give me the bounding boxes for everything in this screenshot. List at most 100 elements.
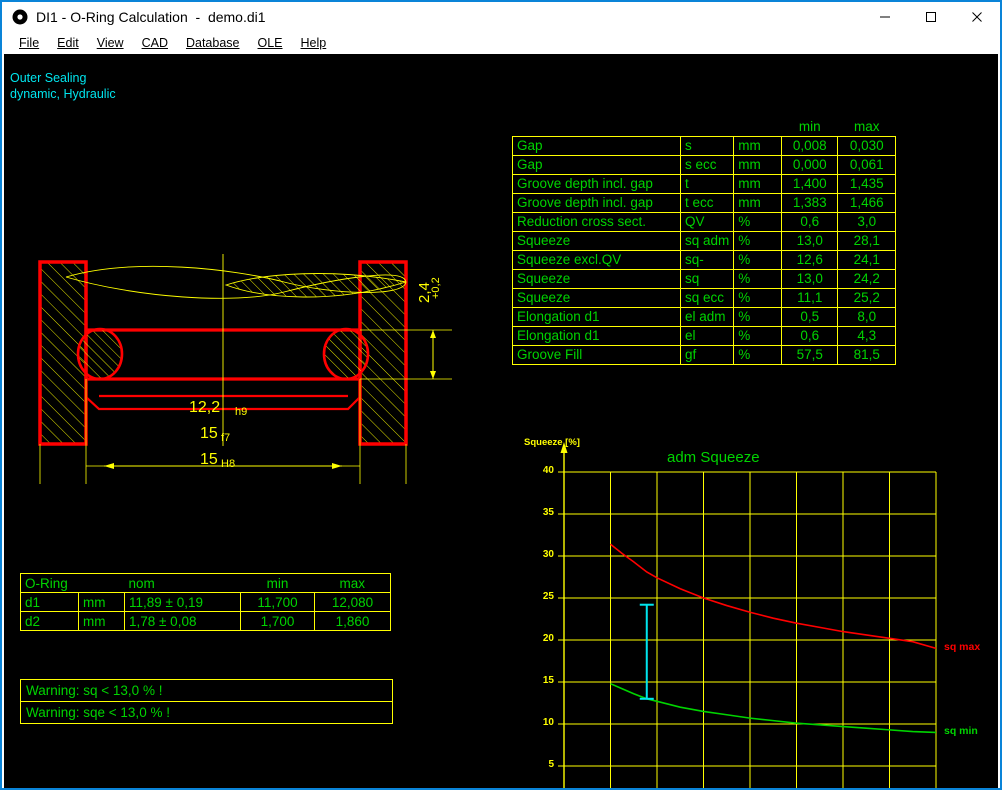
cell-name: Gap	[513, 155, 681, 174]
cell-symbol: s ecc	[681, 155, 734, 174]
menu-item-cad-label: CAD	[142, 36, 168, 50]
cell-symbol: t ecc	[681, 193, 734, 212]
chart-y-tick: 30	[532, 549, 554, 560]
cell-max: 3,0	[838, 212, 896, 231]
menu-item-view-label: View	[97, 36, 124, 50]
dim-groove-width-tolerance: +0,2	[430, 277, 442, 299]
cell-max: 0,030	[838, 136, 896, 155]
adm-squeeze-chart: Squeeze [%] adm Squeeze d2 [mm] 05101520…	[512, 434, 998, 788]
chart-plot-area	[512, 434, 998, 788]
cell-min: 12,6	[782, 250, 838, 269]
cell-min: 57,5	[782, 345, 838, 364]
cell-unit: %	[734, 345, 782, 364]
oring-table-header-row: O-Ring nom min max	[21, 574, 391, 593]
cell-unit: %	[734, 307, 782, 326]
table-row: Gapsmm0,0080,030	[513, 136, 896, 155]
cell-symbol: sq ecc	[681, 288, 734, 307]
chart-y-tick: 40	[532, 465, 554, 476]
cell-nom: 11,89 ± 0,19	[125, 593, 241, 612]
menu-item-view[interactable]: View	[88, 34, 133, 52]
cell-min: 1,400	[782, 174, 838, 193]
table-row: Reduction cross sect.QV%0,63,0	[513, 212, 896, 231]
cell-min: 11,700	[241, 593, 315, 612]
dim-groove-diameter-tolerance: h9	[235, 406, 247, 418]
cell-name: Groove depth incl. gap	[513, 193, 681, 212]
menu-item-file[interactable]: File	[10, 34, 48, 52]
chart-y-tick: 10	[532, 717, 554, 728]
cell-symbol: el	[681, 326, 734, 345]
cell-name: Groove Fill	[513, 345, 681, 364]
cell-min: 0,6	[782, 212, 838, 231]
cell-unit: %	[734, 231, 782, 250]
results-table-header-row: min max	[513, 117, 896, 136]
results-header-name	[513, 117, 681, 136]
menu-item-cad[interactable]: CAD	[133, 34, 177, 52]
dim-bore-f7-tolerance: f7	[221, 432, 230, 444]
cell-name: Squeeze excl.QV	[513, 250, 681, 269]
cell-name: Elongation d1	[513, 307, 681, 326]
cell-symbol: t	[681, 174, 734, 193]
cell-min: 0,008	[782, 136, 838, 155]
cell-symbol: el adm	[681, 307, 734, 326]
table-row: Groove Fillgf%57,581,5	[513, 345, 896, 364]
window-controls	[862, 2, 1000, 32]
cell-max: 4,3	[838, 326, 896, 345]
cell-symbol: s	[681, 136, 734, 155]
menu-item-ole-label: OLE	[258, 36, 283, 50]
cell-name: Groove depth incl. gap	[513, 174, 681, 193]
cell-name: Squeeze	[513, 231, 681, 250]
cell-min: 0,000	[782, 155, 838, 174]
drawing-canvas[interactable]: Outer Sealing dynamic, Hydraulic	[4, 54, 998, 788]
results-header-symbol	[681, 117, 734, 136]
cell-unit: mm	[734, 193, 782, 212]
table-row: Squeezesq adm%13,028,1	[513, 231, 896, 250]
minimize-button[interactable]	[862, 2, 908, 32]
cell-name: Elongation d1	[513, 326, 681, 345]
menu-item-help-label: Help	[301, 36, 327, 50]
cell-max: 0,061	[838, 155, 896, 174]
cell-symbol: QV	[681, 212, 734, 231]
results-header-max: max	[838, 117, 896, 136]
menu-item-database[interactable]: Database	[177, 34, 249, 52]
chart-y-tick: 35	[532, 507, 554, 518]
cell-unit: mm	[734, 174, 782, 193]
oring-header-max: max	[315, 574, 391, 593]
cell-name: Gap	[513, 136, 681, 155]
cell-nom: 1,78 ± 0,08	[125, 612, 241, 631]
cell-name: Squeeze	[513, 288, 681, 307]
cell-unit: %	[734, 269, 782, 288]
menu-bar: File Edit View CAD Database OLE Help	[2, 32, 1000, 54]
maximize-button[interactable]	[908, 2, 954, 32]
oring-header-unit	[79, 574, 125, 593]
cell-name: d1	[21, 593, 79, 612]
cell-max: 24,2	[838, 269, 896, 288]
oring-header-title: O-Ring	[21, 574, 79, 593]
cell-symbol: sq adm	[681, 231, 734, 250]
table-row: d2mm1,78 ± 0,081,7001,860	[21, 612, 391, 631]
chart-series-label-sq-min: sq min	[944, 725, 978, 737]
chart-y-tick: 25	[532, 591, 554, 602]
cell-symbol: sq	[681, 269, 734, 288]
cell-max: 28,1	[838, 231, 896, 250]
table-row: Squeezesq ecc%11,125,2	[513, 288, 896, 307]
dim-bore-h8-tolerance: H8	[221, 458, 235, 470]
window-title: DI1 - O-Ring Calculation - demo.di1	[36, 8, 266, 26]
cell-max: 1,466	[838, 193, 896, 212]
cell-unit: mm	[734, 155, 782, 174]
oring-dimensions-table: O-Ring nom min max d1mm11,89 ± 0,1911,70…	[20, 573, 391, 631]
menu-item-help[interactable]: Help	[292, 34, 336, 52]
cell-unit: mm	[79, 593, 125, 612]
warning-row: Warning: sqe < 13,0 % !	[21, 702, 393, 724]
cell-unit: mm	[734, 136, 782, 155]
warning-message: Warning: sq < 13,0 % !	[21, 680, 393, 702]
chart-series-label-sq-max: sq max	[944, 641, 980, 653]
cell-min: 0,5	[782, 307, 838, 326]
cell-name: d2	[21, 612, 79, 631]
table-row: Groove depth incl. gaptmm1,4001,435	[513, 174, 896, 193]
table-row: d1mm11,89 ± 0,1911,70012,080	[21, 593, 391, 612]
menu-item-edit-label: Edit	[57, 36, 79, 50]
close-button[interactable]	[954, 2, 1000, 32]
menu-item-edit[interactable]: Edit	[48, 34, 88, 52]
oring-header-nom: nom	[125, 574, 241, 593]
menu-item-ole[interactable]: OLE	[249, 34, 292, 52]
